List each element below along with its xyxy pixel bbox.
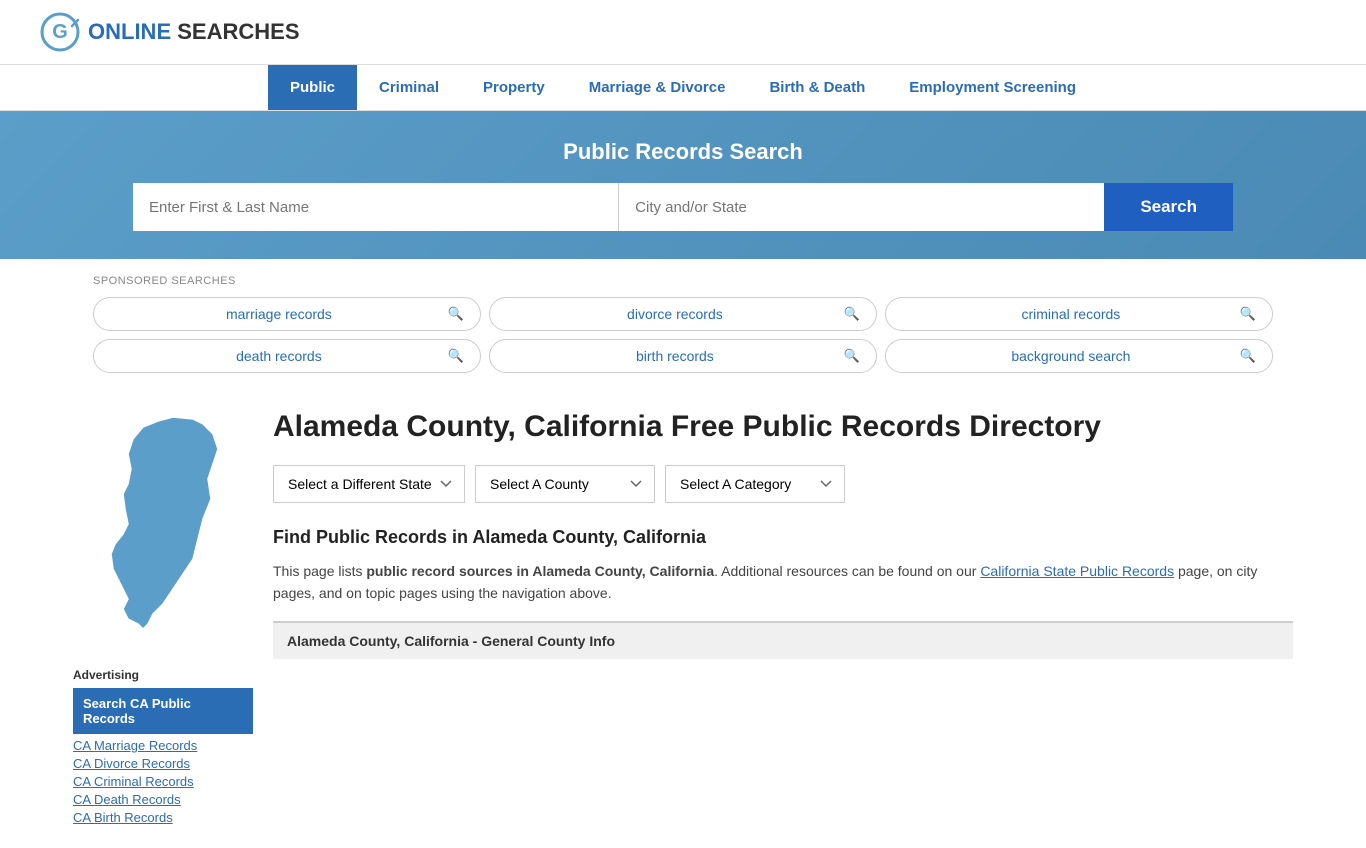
sponsored-item-background[interactable]: background search 🔍 bbox=[885, 339, 1273, 373]
name-input[interactable] bbox=[133, 183, 619, 231]
sponsored-section: SPONSORED SEARCHES marriage records 🔍 di… bbox=[73, 259, 1293, 389]
general-info-bar: Alameda County, California - General Cou… bbox=[273, 621, 1293, 659]
main-nav: Public Criminal Property Marriage & Divo… bbox=[0, 65, 1366, 111]
header: G ONLINE SEARCHES bbox=[0, 0, 1366, 65]
nav-item-public[interactable]: Public bbox=[268, 65, 357, 110]
nav-item-employment[interactable]: Employment Screening bbox=[887, 65, 1098, 110]
sponsored-grid: marriage records 🔍 divorce records 🔍 cri… bbox=[93, 297, 1273, 373]
sponsored-item-death[interactable]: death records 🔍 bbox=[93, 339, 481, 373]
state-dropdown[interactable]: Select a Different State bbox=[273, 465, 465, 503]
sidebar-link-death[interactable]: CA Death Records bbox=[73, 792, 253, 807]
nav-item-property[interactable]: Property bbox=[461, 65, 567, 110]
search-icon: 🔍 bbox=[448, 348, 464, 364]
state-records-link[interactable]: California State Public Records bbox=[980, 563, 1174, 579]
location-input[interactable] bbox=[619, 183, 1104, 231]
search-banner-title: Public Records Search bbox=[40, 139, 1326, 165]
category-dropdown[interactable]: Select A Category bbox=[665, 465, 845, 503]
find-heading: Find Public Records in Alameda County, C… bbox=[273, 527, 1293, 548]
logo[interactable]: G ONLINE SEARCHES bbox=[40, 12, 300, 52]
nav-item-marriage-divorce[interactable]: Marriage & Divorce bbox=[567, 65, 748, 110]
nav-item-criminal[interactable]: Criminal bbox=[357, 65, 461, 110]
logo-icon: G bbox=[40, 12, 80, 52]
sidebar-ads: Advertising Search CA Public Records CA … bbox=[73, 668, 253, 825]
sidebar-link-divorce[interactable]: CA Divorce Records bbox=[73, 756, 253, 771]
advertising-label: Advertising bbox=[73, 668, 253, 682]
logo-text: ONLINE SEARCHES bbox=[88, 19, 300, 45]
sponsored-item-marriage[interactable]: marriage records 🔍 bbox=[93, 297, 481, 331]
sponsored-item-criminal[interactable]: criminal records 🔍 bbox=[885, 297, 1273, 331]
sidebar-link-marriage[interactable]: CA Marriage Records bbox=[73, 738, 253, 753]
featured-ad[interactable]: Search CA Public Records bbox=[73, 688, 253, 734]
county-dropdown[interactable]: Select A County bbox=[475, 465, 655, 503]
search-icon: 🔍 bbox=[1240, 306, 1256, 322]
svg-text:G: G bbox=[52, 21, 68, 43]
sponsored-item-divorce[interactable]: divorce records 🔍 bbox=[489, 297, 877, 331]
nav-item-birth-death[interactable]: Birth & Death bbox=[747, 65, 887, 110]
search-button[interactable]: Search bbox=[1104, 183, 1233, 231]
main-content: Alameda County, California Free Public R… bbox=[273, 409, 1293, 828]
search-banner: Public Records Search Search bbox=[0, 111, 1366, 259]
sponsored-item-birth[interactable]: birth records 🔍 bbox=[489, 339, 877, 373]
search-icon: 🔍 bbox=[1240, 348, 1256, 364]
dropdowns-row: Select a Different State Select A County… bbox=[273, 465, 1293, 503]
sidebar-link-criminal[interactable]: CA Criminal Records bbox=[73, 774, 253, 789]
sidebar-link-birth[interactable]: CA Birth Records bbox=[73, 810, 253, 825]
california-map bbox=[73, 409, 233, 639]
content-area: Advertising Search CA Public Records CA … bbox=[73, 389, 1293, 848]
search-icon: 🔍 bbox=[448, 306, 464, 322]
page-title: Alameda County, California Free Public R… bbox=[273, 409, 1293, 445]
search-form: Search bbox=[133, 183, 1233, 231]
search-icon: 🔍 bbox=[844, 306, 860, 322]
description-text: This page lists public record sources in… bbox=[273, 560, 1293, 605]
sponsored-label: SPONSORED SEARCHES bbox=[93, 275, 1273, 287]
sidebar: Advertising Search CA Public Records CA … bbox=[73, 409, 253, 828]
search-icon: 🔍 bbox=[844, 348, 860, 364]
